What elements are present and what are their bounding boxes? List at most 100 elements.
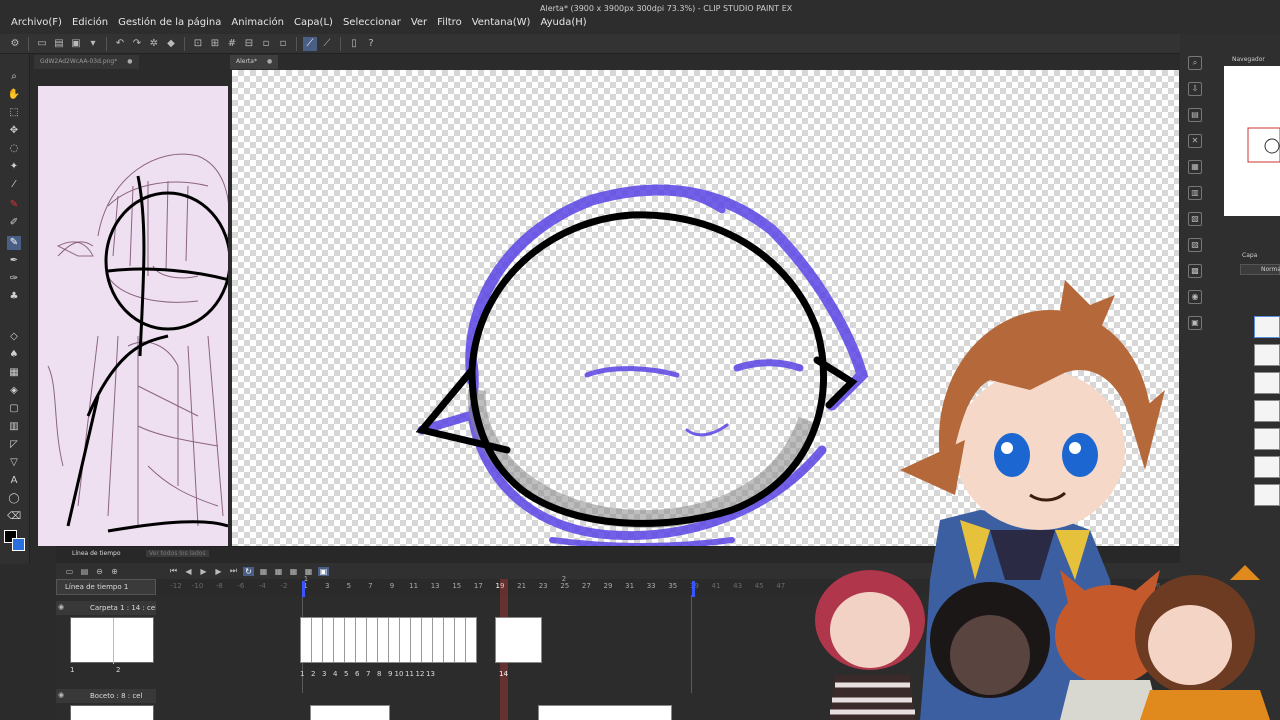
cel-icon[interactable]: ▦: [273, 567, 284, 576]
play-icon[interactable]: ▶: [198, 567, 209, 576]
sub-color-swatch[interactable]: [12, 538, 25, 551]
layer-thumbnail[interactable]: [1254, 372, 1280, 394]
layer-thumbnail[interactable]: [1254, 316, 1280, 338]
tab-timeline[interactable]: Línea de tiempo: [72, 550, 121, 557]
prev-frame-icon[interactable]: ◀: [183, 567, 194, 576]
main-canvas[interactable]: [232, 70, 1179, 546]
decoration-icon[interactable]: ✑: [7, 272, 21, 286]
gradient-icon[interactable]: ◈: [7, 384, 21, 398]
lasso-tool-icon[interactable]: ◌: [7, 142, 21, 156]
save-icon[interactable]: ▣: [69, 37, 83, 51]
crop-icon[interactable]: ⊡: [191, 37, 205, 51]
fill-tool-icon[interactable]: ▦: [7, 366, 21, 380]
cel-block[interactable]: [300, 617, 477, 663]
eye-icon[interactable]: ◉: [58, 603, 64, 611]
operation-tool-icon[interactable]: ⬚: [7, 106, 21, 120]
tab-secondary[interactable]: Ver todos los lados: [146, 550, 209, 557]
brush-tool-icon[interactable]: ✎: [7, 236, 21, 250]
material-icon[interactable]: ▤: [1188, 108, 1202, 122]
select-icon[interactable]: ⊟: [242, 37, 256, 51]
figure-icon[interactable]: ▢: [7, 402, 21, 416]
auto-action-icon[interactable]: ▩: [1188, 264, 1202, 278]
track-label-boceto[interactable]: ◉ Boceto : 8 : cel: [56, 689, 156, 703]
clear-icon[interactable]: ✲: [147, 37, 161, 51]
snap-special-icon[interactable]: ⟋: [320, 37, 334, 51]
new-timeline-icon[interactable]: ▭: [64, 567, 75, 576]
history-icon[interactable]: ▧: [1188, 212, 1202, 226]
cel-block[interactable]: [310, 705, 390, 720]
blend-mode-select[interactable]: Normal: [1240, 264, 1280, 275]
new-file-icon[interactable]: ▭: [35, 37, 49, 51]
track-label-carpeta[interactable]: ◉ Carpeta 1 : 14 : cel: [56, 601, 156, 615]
airbrush-icon[interactable]: ✒: [7, 254, 21, 268]
balloon-icon[interactable]: ◯: [7, 492, 21, 506]
ruler-icon[interactable]: ◸: [7, 438, 21, 452]
text-tool-icon[interactable]: A: [7, 474, 21, 488]
eye-icon[interactable]: ◉: [58, 691, 64, 699]
layer-thumbnail[interactable]: [1254, 344, 1280, 366]
menu-seleccionar[interactable]: Seleccionar: [338, 17, 406, 28]
zoom-in-icon[interactable]: ⊕: [109, 567, 120, 576]
menu-ayuda[interactable]: Ayuda(H): [535, 17, 591, 28]
navigator-preview[interactable]: [1224, 66, 1280, 216]
range-end-marker[interactable]: [692, 581, 695, 597]
first-frame-icon[interactable]: ⏮: [168, 566, 179, 576]
menu-capa[interactable]: Capa(L): [289, 17, 338, 28]
pencil-tool-icon[interactable]: ✐: [7, 216, 21, 230]
redo-icon[interactable]: ↷: [130, 37, 144, 51]
menu-ventana[interactable]: Ventana(W): [467, 17, 536, 28]
onion-skin-icon[interactable]: ▣: [318, 566, 329, 576]
vector-icon[interactable]: ▽: [7, 456, 21, 470]
menu-edicion[interactable]: Edición: [67, 17, 113, 28]
range-start-marker[interactable]: [302, 581, 305, 597]
stamp-icon[interactable]: ♣: [7, 290, 21, 304]
correct-line-icon[interactable]: ⌫: [7, 510, 21, 524]
transform-icon[interactable]: ⊞: [208, 37, 222, 51]
menu-animacion[interactable]: Animación: [226, 17, 289, 28]
device-icon[interactable]: ▯: [347, 37, 361, 51]
blend-icon[interactable]: ♠: [7, 348, 21, 362]
menu-gestion-pagina[interactable]: Gestión de la página: [113, 17, 226, 28]
layer-thumbnail[interactable]: [1254, 428, 1280, 450]
new-folder-icon[interactable]: ▤: [79, 567, 90, 576]
eyedropper-icon[interactable]: ⁄: [7, 178, 21, 192]
layer-property-icon[interactable]: ⇩: [1188, 82, 1202, 96]
item-bank-icon[interactable]: ◉: [1188, 290, 1202, 304]
layer-thumbnail[interactable]: [1254, 484, 1280, 506]
move-tool-icon[interactable]: ✥: [7, 124, 21, 138]
frame-icon[interactable]: ▥: [7, 420, 21, 434]
cel-icon[interactable]: ▦: [258, 567, 269, 576]
close-panel-icon[interactable]: ✕: [1188, 134, 1202, 148]
loop-icon[interactable]: ↻: [243, 566, 254, 576]
pen-tool-icon[interactable]: ✎: [7, 198, 21, 212]
help-icon[interactable]: ?: [364, 37, 378, 51]
navigator-icon[interactable]: ⌕: [1188, 56, 1202, 70]
layer-thumbnail[interactable]: [1254, 400, 1280, 422]
zoom-out-icon[interactable]: ⊖: [94, 567, 105, 576]
timeline-panel-icon[interactable]: ▣: [1188, 316, 1202, 330]
sub-tool-icon[interactable]: ▦: [1188, 160, 1202, 174]
hand-tool-icon[interactable]: ✋: [7, 88, 21, 102]
menu-archivo[interactable]: Archivo(F): [6, 17, 67, 28]
snap-ruler-icon[interactable]: ⟋: [303, 36, 317, 51]
canvas-tab[interactable]: Alerta* ●: [230, 55, 279, 69]
color-set-icon[interactable]: ▥: [1188, 186, 1202, 200]
close-icon[interactable]: ●: [127, 58, 132, 65]
sub-view-tab[interactable]: GdW2Ad2WcAA-03d.png* ●: [34, 55, 139, 69]
cel-block[interactable]: [495, 617, 542, 663]
layer-search-icon[interactable]: ▨: [1188, 238, 1202, 252]
last-frame-icon[interactable]: ⏭: [228, 566, 239, 576]
undo-icon[interactable]: ↶: [113, 37, 127, 51]
eraser-icon[interactable]: ◇: [7, 330, 21, 344]
timeline-ruler[interactable]: -12 -10 -8 -6 -4 -2 1 3 5 7 9 11 13 15 17 19 21 23 25 27 29 3…: [156, 575, 1180, 595]
grid-icon[interactable]: #: [225, 37, 239, 51]
dropdown-icon[interactable]: ▾: [86, 37, 100, 51]
zoom-tool-icon[interactable]: ⌕: [7, 70, 21, 84]
layer-thumbnail[interactable]: [1254, 456, 1280, 478]
color-swatches[interactable]: [4, 530, 26, 552]
menu-ver[interactable]: Ver: [406, 17, 432, 28]
magic-wand-icon[interactable]: ✦: [7, 160, 21, 174]
settings-icon[interactable]: ⚙: [8, 37, 22, 51]
timeline-name-select[interactable]: Línea de tiempo 1: [56, 579, 156, 595]
fill-icon[interactable]: ◆: [164, 37, 178, 51]
